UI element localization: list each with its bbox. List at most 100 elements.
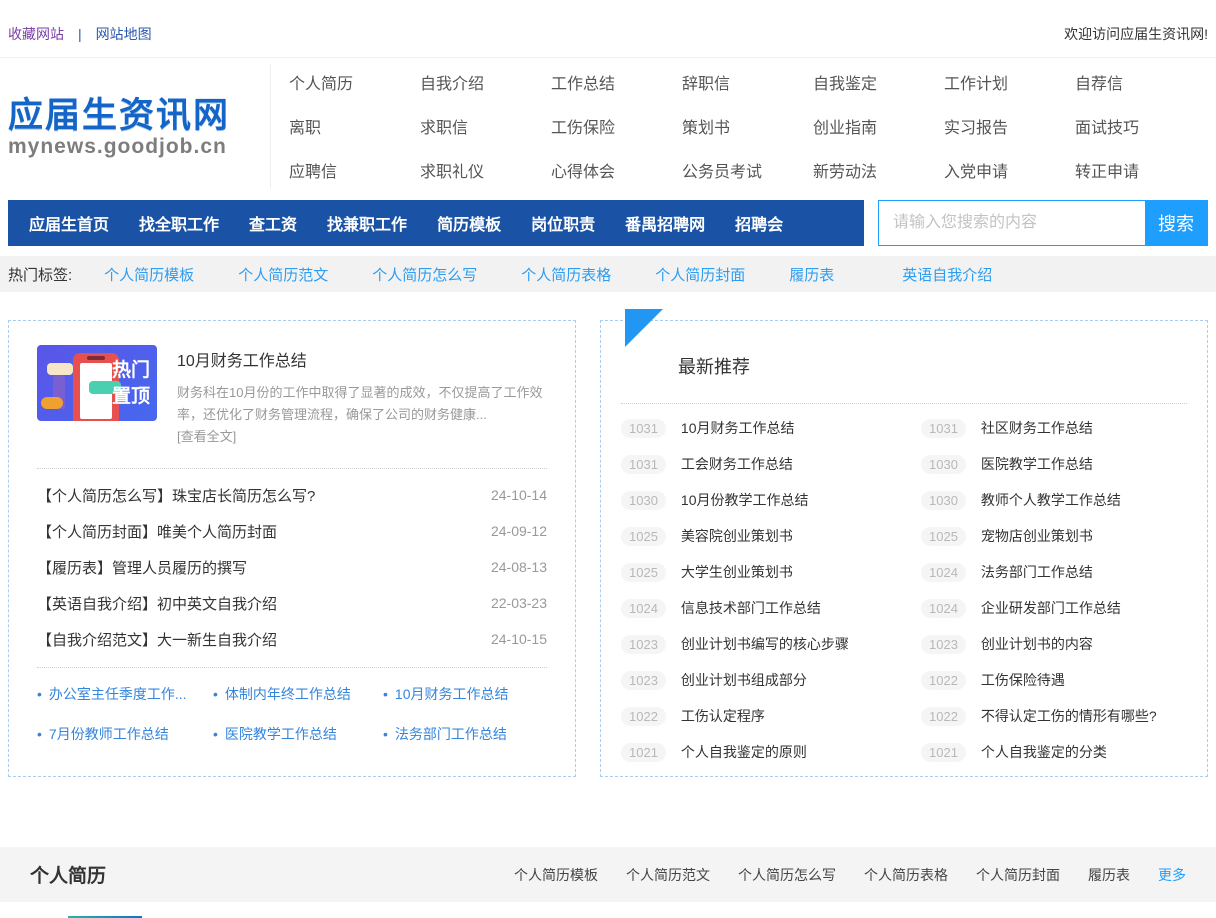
article-title[interactable]: 【个人简历封面】唯美个人简历封面 <box>37 521 277 542</box>
category-menu-item[interactable]: 自我鉴定 <box>813 70 944 94</box>
nav-item[interactable]: 简历模板 <box>422 211 516 235</box>
article-row[interactable]: 【个人简历怎么写】珠宝店长简历怎么写? 24-10-14 <box>37 477 547 513</box>
category-menu-item[interactable]: 求职礼仪 <box>420 158 551 182</box>
recommend-item-title[interactable]: 医院教学工作总结 <box>981 454 1093 474</box>
hot-link[interactable]: 法务部门工作总结 <box>383 724 547 744</box>
article-row[interactable]: 【自我介绍范文】大一新生自我介绍 24-10-15 <box>37 621 547 657</box>
recommend-item[interactable]: 1022 工伤保险待遇 <box>921 662 1216 698</box>
category-menu-item[interactable]: 策划书 <box>682 114 813 138</box>
section-link[interactable]: 个人简历怎么写 <box>738 865 836 885</box>
category-menu-item[interactable]: 面试技巧 <box>1075 114 1206 138</box>
recommend-item-title[interactable]: 工伤认定程序 <box>681 706 765 726</box>
category-menu-item[interactable]: 新劳动法 <box>813 158 944 182</box>
featured-title[interactable]: 10月财务工作总结 <box>177 347 547 371</box>
category-menu-item[interactable]: 工作计划 <box>944 70 1075 94</box>
recommend-item-title[interactable]: 个人自我鉴定的原则 <box>681 742 807 762</box>
article-title[interactable]: 【履历表】管理人员履历的撰写 <box>37 557 247 578</box>
nav-item[interactable]: 找全职工作 <box>124 211 234 235</box>
more-link[interactable]: 更多 <box>1158 865 1186 885</box>
recommend-item[interactable]: 1023 创业计划书编写的核心步骤 <box>621 626 921 662</box>
recommend-item-title[interactable]: 信息技术部门工作总结 <box>681 598 821 618</box>
recommend-item[interactable]: 1030 教师个人教学工作总结 <box>921 482 1216 518</box>
nav-item[interactable]: 查工资 <box>234 211 312 235</box>
sitemap-link[interactable]: 网站地图 <box>96 24 152 44</box>
recommend-item-title[interactable]: 社区财务工作总结 <box>981 418 1093 438</box>
recommend-item-title[interactable]: 法务部门工作总结 <box>981 562 1093 582</box>
article-title[interactable]: 【英语自我介绍】初中英文自我介绍 <box>37 593 277 614</box>
article-row[interactable]: 【个人简历封面】唯美个人简历封面 24-09-12 <box>37 513 547 549</box>
recommend-item[interactable]: 1023 创业计划书的内容 <box>921 626 1216 662</box>
site-logo[interactable]: 应届生资讯网 mynews.goodjob.cn <box>8 93 270 160</box>
recommend-item-title[interactable]: 工伤保险待遇 <box>981 670 1065 690</box>
article-row[interactable]: 【英语自我介绍】初中英文自我介绍 22-03-23 <box>37 585 547 621</box>
hot-tag-link[interactable]: 个人简历范文 <box>238 264 328 285</box>
recommend-item-title[interactable]: 美容院创业策划书 <box>681 526 793 546</box>
recommend-item[interactable]: 1024 信息技术部门工作总结 <box>621 590 921 626</box>
featured-thumbnail[interactable]: 热门 置顶 <box>37 345 157 421</box>
nav-item[interactable]: 岗位职责 <box>516 211 610 235</box>
recommend-item-title[interactable]: 工会财务工作总结 <box>681 454 793 474</box>
category-menu-item[interactable]: 工作总结 <box>551 70 682 94</box>
recommend-item[interactable]: 1025 宠物店创业策划书 <box>921 518 1216 554</box>
nav-item[interactable]: 招聘会 <box>720 211 798 235</box>
hot-link[interactable]: 7月份教师工作总结 <box>37 724 213 744</box>
hot-link[interactable]: 办公室主任季度工作... <box>37 684 213 704</box>
category-menu-item[interactable]: 入党申请 <box>944 158 1075 182</box>
search-input[interactable] <box>879 201 1145 245</box>
read-full-link[interactable]: [查看全文] <box>177 429 236 444</box>
hot-tag-link[interactable]: 个人简历怎么写 <box>372 264 477 285</box>
recommend-item[interactable]: 1023 创业计划书组成部分 <box>621 662 921 698</box>
article-title[interactable]: 【个人简历怎么写】珠宝店长简历怎么写? <box>37 485 315 506</box>
recommend-item-title[interactable]: 个人自我鉴定的分类 <box>981 742 1107 762</box>
hot-link[interactable]: 体制内年终工作总结 <box>213 684 383 704</box>
category-menu-item[interactable]: 创业指南 <box>813 114 944 138</box>
section-link[interactable]: 个人简历封面 <box>976 865 1060 885</box>
section-link[interactable]: 履历表 <box>1088 865 1130 885</box>
hot-tag-link[interactable]: 履历表 <box>789 264 834 285</box>
category-menu-item[interactable]: 辞职信 <box>682 70 813 94</box>
section-link[interactable]: 个人简历模板 <box>514 865 598 885</box>
category-menu-item[interactable]: 求职信 <box>420 114 551 138</box>
recommend-item[interactable]: 1025 美容院创业策划书 <box>621 518 921 554</box>
nav-item[interactable]: 番禺招聘网 <box>610 211 720 235</box>
recommend-item[interactable]: 1031 社区财务工作总结 <box>921 410 1216 446</box>
recommend-item[interactable]: 1030 10月份教学工作总结 <box>621 482 921 518</box>
article-title[interactable]: 【自我介绍范文】大一新生自我介绍 <box>37 629 277 650</box>
recommend-item-title[interactable]: 大学生创业策划书 <box>681 562 793 582</box>
search-button[interactable]: 搜索 <box>1145 201 1207 245</box>
category-menu-item[interactable]: 应聘信 <box>289 158 420 182</box>
nav-item[interactable]: 找兼职工作 <box>312 211 422 235</box>
recommend-item[interactable]: 1024 企业研发部门工作总结 <box>921 590 1216 626</box>
recommend-item-title[interactable]: 宠物店创业策划书 <box>981 526 1093 546</box>
category-menu-item[interactable]: 工伤保险 <box>551 114 682 138</box>
hot-tag-link[interactable]: 个人简历模板 <box>104 264 194 285</box>
recommend-item[interactable]: 1031 10月财务工作总结 <box>621 410 921 446</box>
recommend-item-title[interactable]: 创业计划书的内容 <box>981 634 1093 654</box>
recommend-item-title[interactable]: 不得认定工伤的情形有哪些? <box>981 706 1157 726</box>
recommend-item-title[interactable]: 创业计划书编写的核心步骤 <box>681 634 849 654</box>
section-link[interactable]: 个人简历表格 <box>864 865 948 885</box>
recommend-item-title[interactable]: 10月财务工作总结 <box>681 418 795 438</box>
category-menu-item[interactable]: 个人简历 <box>289 70 420 94</box>
recommend-item[interactable]: 1022 不得认定工伤的情形有哪些? <box>921 698 1216 734</box>
hot-link[interactable]: 医院教学工作总结 <box>213 724 383 744</box>
recommend-item-title[interactable]: 10月份教学工作总结 <box>681 490 809 510</box>
hot-tag-link[interactable]: 个人简历表格 <box>521 264 611 285</box>
recommend-item[interactable]: 1025 大学生创业策划书 <box>621 554 921 590</box>
recommend-item[interactable]: 1024 法务部门工作总结 <box>921 554 1216 590</box>
recommend-item[interactable]: 1030 医院教学工作总结 <box>921 446 1216 482</box>
recommend-item[interactable]: 1021 个人自我鉴定的原则 <box>621 734 921 770</box>
hot-link[interactable]: 10月财务工作总结 <box>383 684 547 704</box>
recommend-item[interactable]: 1021 个人自我鉴定的分类 <box>921 734 1216 770</box>
hot-tag-link[interactable]: 个人简历封面 <box>655 264 745 285</box>
recommend-item[interactable]: 1031 工会财务工作总结 <box>621 446 921 482</box>
category-menu-item[interactable]: 转正申请 <box>1075 158 1206 182</box>
category-menu-item[interactable]: 离职 <box>289 114 420 138</box>
category-menu-item[interactable]: 实习报告 <box>944 114 1075 138</box>
favorite-site-link[interactable]: 收藏网站 <box>8 24 64 44</box>
recommend-item-title[interactable]: 教师个人教学工作总结 <box>981 490 1121 510</box>
category-menu-item[interactable]: 自我介绍 <box>420 70 551 94</box>
article-row[interactable]: 【履历表】管理人员履历的撰写 24-08-13 <box>37 549 547 585</box>
recommend-item-title[interactable]: 企业研发部门工作总结 <box>981 598 1121 618</box>
recommend-item-title[interactable]: 创业计划书组成部分 <box>681 670 807 690</box>
